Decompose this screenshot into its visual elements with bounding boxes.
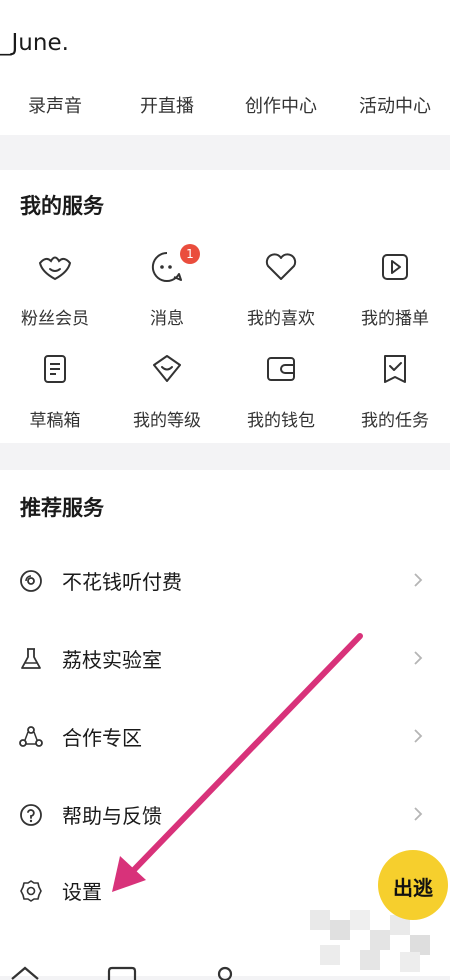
recommended-services-title: 推荐服务 [20,496,104,520]
cooperation-icon [19,726,43,747]
my-services-card: 我的服务 粉丝会员 1 消息 我的喜欢 我的播单 草稿箱 我的等级 我的钱包 我… [0,170,450,443]
tool-activity-center[interactable]: 活动中心 [340,92,450,118]
help-icon [20,804,42,826]
creator-tools-bar: 录声音 开直播 创作中心 活动中心 [0,92,450,122]
chevron-right-icon [414,729,423,743]
sticker-logo: 出逃 [378,850,448,920]
sticker-text: 出逃 [393,876,433,900]
service-label: 草稿箱 [29,411,81,431]
chevron-right-icon [414,651,423,665]
heart-icon [265,253,297,280]
profile-icon[interactable] [208,966,242,980]
tool-creator-center[interactable]: 创作中心 [226,92,336,118]
disc-icon [20,570,42,592]
wallet-icon [267,357,295,381]
gear-icon [20,880,42,902]
row-label: 帮助与反馈 [62,804,162,828]
home-icon[interactable] [8,966,42,980]
message-badge: 1 [180,244,200,264]
level-icon [153,355,181,382]
flask-icon [21,648,41,669]
task-icon [384,355,406,383]
my-services-title: 我的服务 [20,194,104,218]
row-label: 不花钱听付费 [62,570,182,594]
fan-member-icon [38,256,72,281]
row-label: 荔枝实验室 [62,648,162,672]
service-label: 我的喜欢 [247,309,315,329]
row-help-feedback[interactable]: 帮助与反馈 [0,784,450,844]
profile-card: _June. 录声音 开直播 创作中心 活动中心 [0,0,450,135]
service-label: 消息 [150,309,184,329]
drafts-icon [44,355,66,383]
service-label: 我的钱包 [247,411,315,431]
tool-record-voice[interactable]: 录声音 [0,92,110,118]
service-label: 我的播单 [361,309,429,329]
row-free-paid-listen[interactable]: 不花钱听付费 [0,550,450,610]
service-label: 我的任务 [361,411,429,431]
service-label: 我的等级 [133,411,201,431]
tool-go-live[interactable]: 开直播 [112,92,222,118]
row-label: 设置 [62,880,102,904]
service-label: 粉丝会员 [21,309,89,329]
video-icon[interactable] [106,966,140,980]
chevron-right-icon [414,807,423,821]
row-cooperation-zone[interactable]: 合作专区 [0,706,450,766]
row-lizhi-lab[interactable]: 荔枝实验室 [0,628,450,688]
chevron-right-icon [414,573,423,587]
username[interactable]: _June. [0,30,69,56]
row-label: 合作专区 [62,726,142,750]
playlist-icon [382,254,408,280]
